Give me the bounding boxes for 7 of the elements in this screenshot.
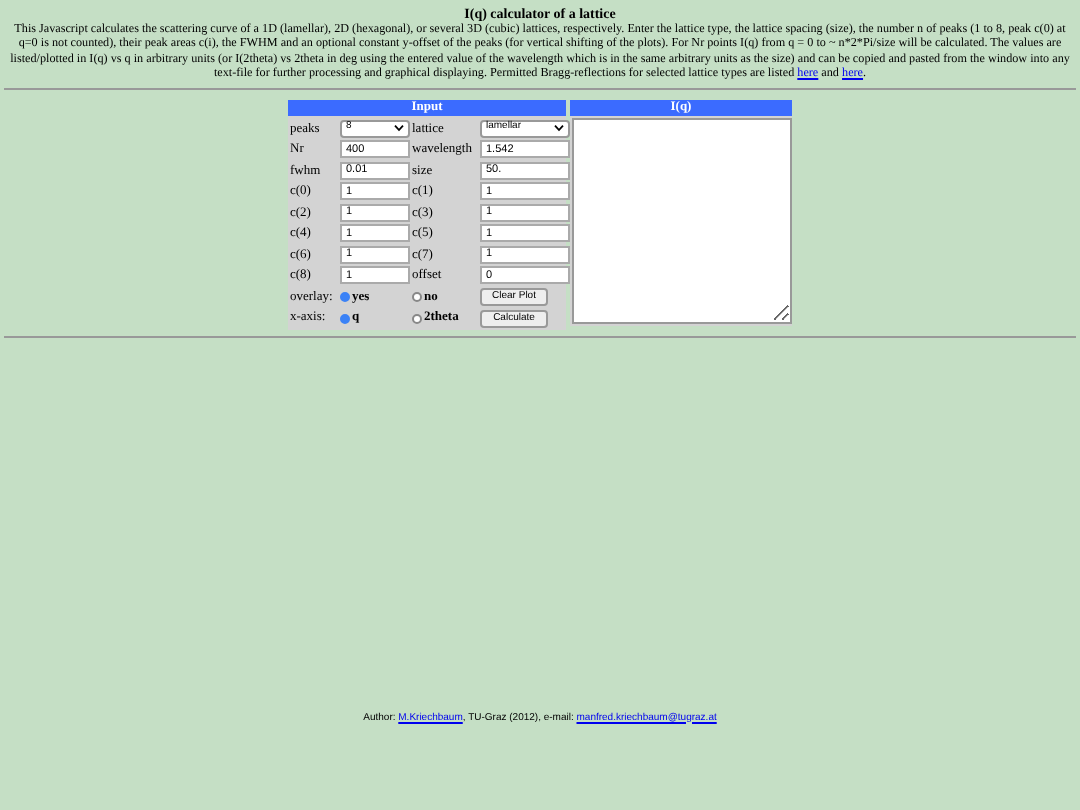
chevron-down-icon	[394, 124, 404, 133]
radio-button[interactable]	[412, 292, 422, 302]
radio-button[interactable]	[412, 313, 422, 323]
radio-button[interactable]	[340, 292, 350, 302]
output-textarea[interactable]	[572, 117, 792, 324]
radio-button[interactable]	[340, 313, 350, 323]
chevron-down-icon	[554, 124, 564, 133]
